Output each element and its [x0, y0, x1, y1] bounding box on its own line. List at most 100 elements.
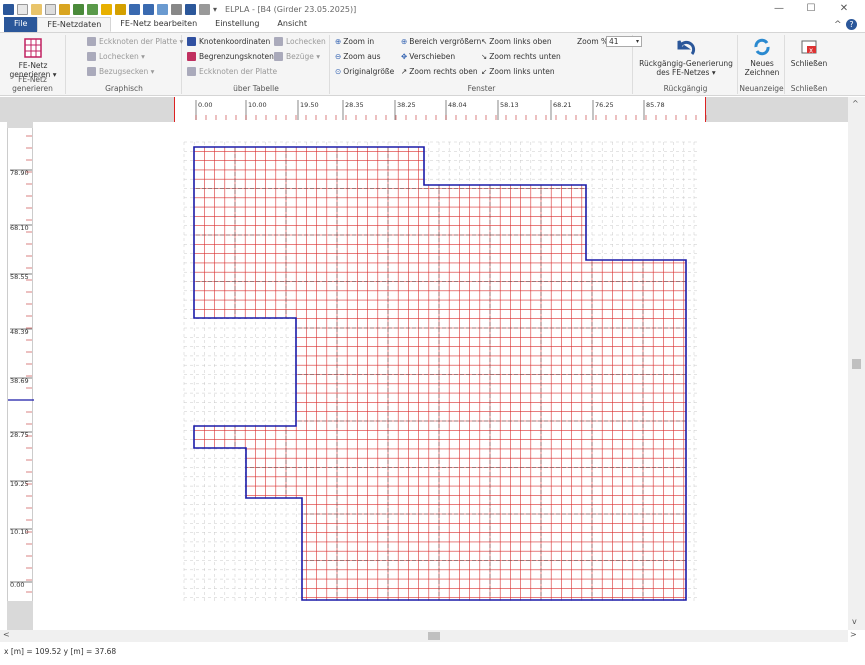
close-button[interactable]: ✕ — [829, 1, 859, 17]
group-schliessen: x Schließen Schließen — [786, 35, 832, 94]
tab-lochecken-button[interactable]: Lochecken — [274, 37, 326, 46]
collapse-ribbon-icon[interactable]: ^ — [834, 20, 842, 30]
mesh-canvas[interactable] — [34, 122, 848, 630]
knotenkoordinaten-button[interactable]: Knotenkoordinaten — [187, 37, 270, 46]
begrenzungsknoten-button[interactable]: Begrenzungsknoten — [187, 52, 274, 61]
tab-file[interactable]: File — [4, 17, 38, 32]
help-icon[interactable]: ? — [846, 19, 857, 30]
close-module-button[interactable]: x Schließen — [786, 37, 832, 68]
left-ruler-label: 58.55 — [10, 273, 29, 281]
fe-netz-label-1: FE-Netz — [18, 61, 48, 70]
scroll-down-icon[interactable]: v — [852, 617, 857, 626]
ribbon-tabs: File FE-Netzdaten FE-Netz bearbeiten Ein… — [0, 17, 865, 33]
zoom-out-button[interactable]: ⊖ Zoom aus — [335, 52, 381, 61]
zoom-bottom-right-button[interactable]: ↘ Zoom rechts unten — [481, 52, 561, 61]
zoom-top-left-button[interactable]: ↖ Zoom links oben — [481, 37, 552, 46]
zoom-out-icon: ⊖ — [335, 52, 342, 61]
arrow-bottom-right-icon: ↘ — [481, 52, 488, 61]
print-icon[interactable] — [171, 3, 182, 15]
title-bar: ▾ ELPLA - [B4 (Girder 23.05.2025)] — ☐ ✕ — [0, 0, 865, 18]
save-as-icon[interactable] — [143, 3, 154, 15]
export-icon[interactable] — [101, 3, 112, 15]
left-ruler-label: 28.75 — [10, 431, 29, 439]
quick-access-dropdown-icon[interactable]: ▾ — [213, 5, 217, 14]
app-icon — [3, 3, 14, 15]
open-folder-icon[interactable] — [31, 3, 42, 15]
top-ruler-label: 19.50 — [300, 101, 319, 109]
mesh-generate-icon — [24, 38, 42, 58]
left-ruler-label: 19.25 — [10, 480, 29, 488]
top-ruler-label: 28.35 — [345, 101, 364, 109]
minimize-button[interactable]: — — [764, 1, 794, 17]
graph-lochecken-button[interactable]: Lochecken ▾ — [87, 52, 145, 61]
group-fe-netz: FE-Netz generieren ▾ FE-Netz generieren — [0, 35, 66, 94]
zoom-in-button[interactable]: ⊕ Zoom in — [335, 37, 374, 46]
tab-eckknoten-button[interactable]: Eckknoten der Platte — [187, 67, 277, 76]
original-size-button[interactable]: ⊙ Originalgröße — [335, 67, 394, 76]
left-ruler-label: 38.69 — [10, 377, 29, 385]
tab-fe-netz-bearbeiten[interactable]: FE-Netz bearbeiten — [111, 17, 206, 32]
vertical-scroll-thumb[interactable] — [852, 359, 861, 369]
top-ruler-label: 38.25 — [397, 101, 416, 109]
plate-corner-icon — [187, 67, 196, 76]
horizontal-scroll-thumb[interactable] — [428, 632, 440, 640]
calculate2-icon[interactable] — [87, 3, 98, 15]
import-icon[interactable] — [115, 3, 126, 15]
scroll-up-icon[interactable]: ^ — [852, 99, 859, 108]
left-ruler-label: 48.39 — [10, 328, 29, 336]
redo-icon[interactable] — [199, 3, 210, 15]
zoom-top-right-button[interactable]: ↗ Zoom rechts oben — [401, 67, 478, 76]
graph-bezugsecken-button[interactable]: Bezugsecken ▾ — [87, 67, 154, 76]
group-label-fenster: Fenster — [467, 84, 496, 93]
status-bar: x [m] = 109.52 y [m] = 37.68 — [0, 642, 865, 665]
zoom-bottom-left-button[interactable]: ↙ Zoom links unten — [481, 67, 555, 76]
zoom-percent-label: Zoom % — [577, 37, 609, 46]
fe-netz-generieren-button[interactable]: FE-Netz generieren ▾ — [8, 37, 58, 79]
graph-eckknoten-button[interactable]: Eckknoten der Platte ▾ — [87, 37, 183, 46]
close-window-icon: x — [801, 40, 817, 55]
scroll-left-icon[interactable]: < — [3, 630, 10, 639]
tab-ansicht[interactable]: Ansicht — [268, 17, 316, 32]
references-icon — [274, 52, 283, 61]
wizard-icon[interactable] — [59, 3, 70, 15]
arrow-top-left-icon: ↖ — [481, 37, 488, 46]
top-ruler-label: 85.78 — [646, 101, 665, 109]
cursor-coordinates: x [m] = 109.52 y [m] = 37.68 — [4, 647, 117, 656]
undo-generation-button[interactable]: Rückgängig-Generierung des FE-Netzes ▾ — [634, 37, 738, 77]
bezuege-button[interactable]: Bezüge ▾ — [274, 52, 320, 61]
top-ruler-ticks: 0.00 10.00 19.50 28.35 38.25 48.04 58.13 68.21 7… — [195, 100, 707, 120]
tab-einstellung[interactable]: Einstellung — [206, 17, 268, 32]
arrow-bottom-left-icon: ↙ — [481, 67, 488, 76]
data-icon[interactable] — [157, 3, 168, 15]
refresh-icon — [754, 38, 770, 56]
maximize-button[interactable]: ☐ — [796, 1, 826, 17]
left-ruler-label: 68.10 — [10, 224, 29, 232]
save-icon[interactable] — [129, 3, 140, 15]
vertical-scrollbar[interactable]: ^ v — [848, 97, 865, 630]
pan-button[interactable]: ✥ Verschieben — [401, 52, 455, 61]
zoom-area-icon: ⊕ — [401, 37, 408, 46]
group-rueckgaengig: Rückgängig-Generierung des FE-Netzes ▾ R… — [634, 35, 738, 94]
zoom-in-icon: ⊕ — [335, 37, 342, 46]
document-icon[interactable] — [45, 3, 56, 15]
top-ruler-scale: 0.00 10.00 19.50 28.35 38.25 48.04 58.13 68.21 7… — [174, 97, 707, 122]
left-ruler-label: 10.10 — [10, 528, 29, 536]
calculate-icon[interactable] — [73, 3, 84, 15]
redraw-button[interactable]: Neues Zeichnen — [739, 37, 785, 77]
left-ruler-label: 78.90 — [10, 169, 29, 177]
group-label-rueckgaengig: Rückgängig — [663, 84, 708, 93]
new-file-icon[interactable] — [17, 3, 28, 15]
zoom-area-button[interactable]: ⊕ Bereich vergrößern — [401, 37, 481, 46]
scroll-right-icon[interactable]: > — [850, 630, 857, 639]
left-ruler: 78.90 68.10 58.55 48.39 38.69 28.75 19.25 10.10… — [7, 122, 34, 630]
undo-icon[interactable] — [185, 3, 196, 15]
window-title: ELPLA - [B4 (Girder 23.05.2025)] — [225, 4, 357, 14]
group-label-graphisch: Graphisch — [105, 84, 143, 93]
horizontal-scrollbar[interactable]: < > — [0, 630, 857, 642]
left-ruler-gray-bottom — [7, 601, 33, 630]
tab-fe-netzdaten[interactable]: FE-Netzdaten — [37, 17, 112, 32]
top-ruler-label: 58.13 — [500, 101, 519, 109]
left-ruler-ticks: 78.90 68.10 58.55 48.39 38.69 28.75 19.25 10.10… — [8, 135, 34, 593]
ribbon: FE-Netz generieren ▾ FE-Netz generieren … — [0, 33, 865, 96]
group-label-schliessen: Schließen — [790, 84, 828, 93]
